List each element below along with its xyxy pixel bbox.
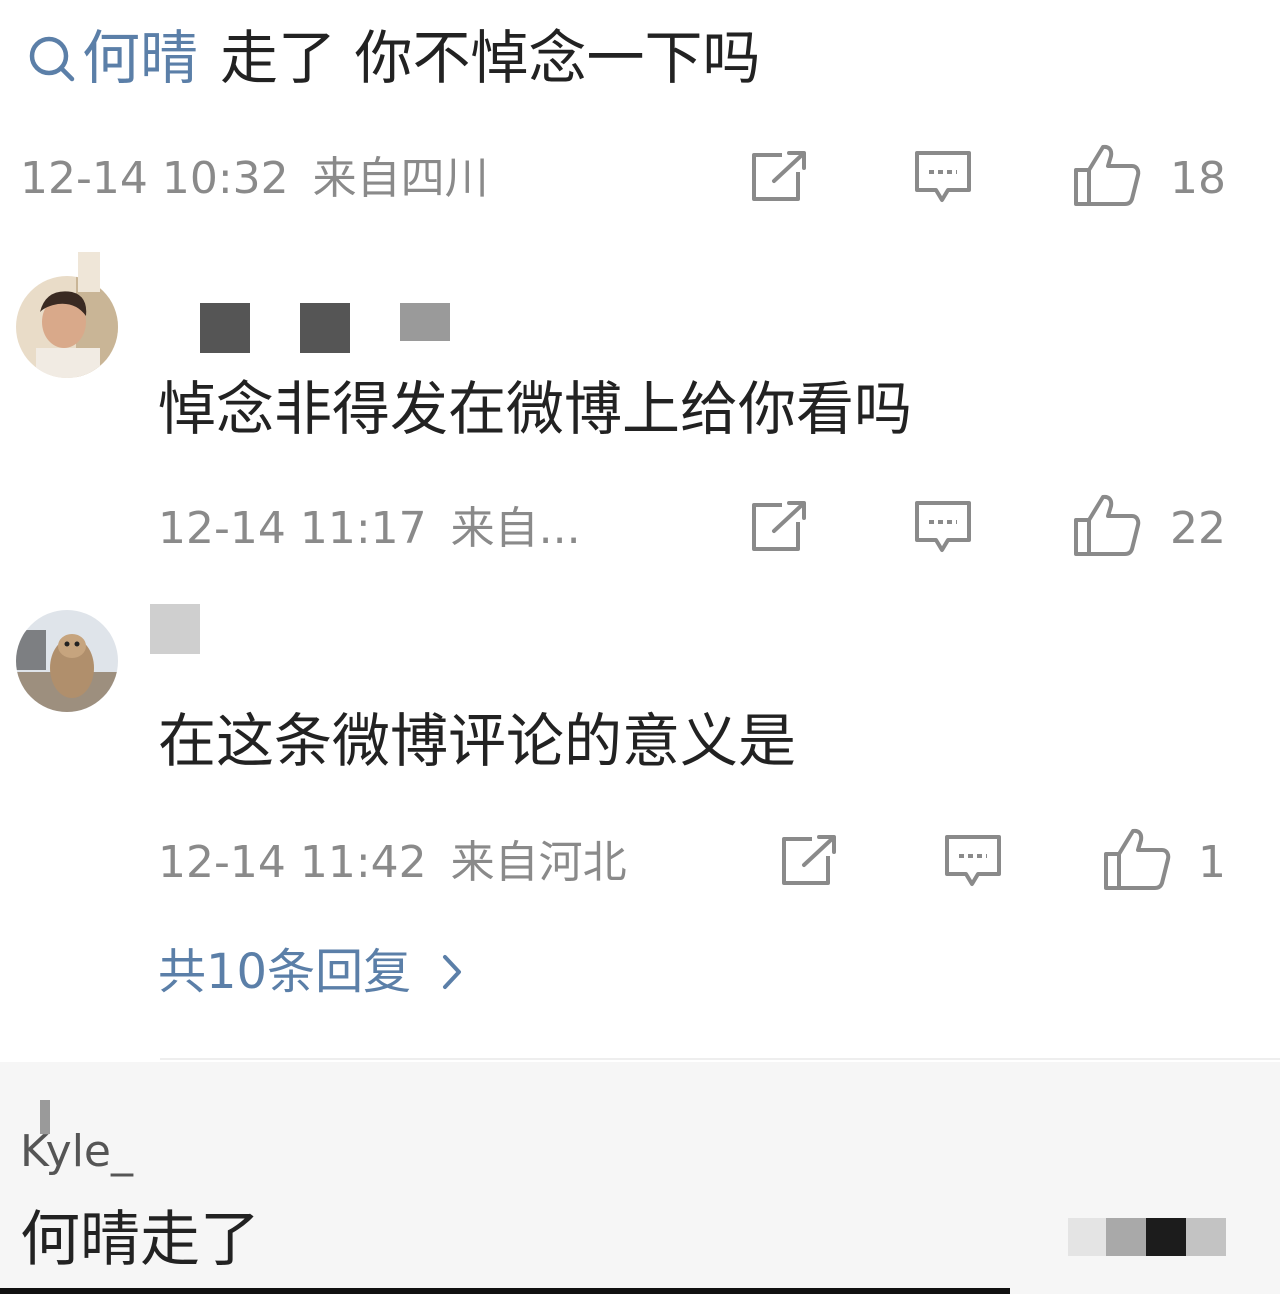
comment-date: 12-14 11:42: [158, 837, 427, 888]
comment-bubble-icon[interactable]: [912, 498, 974, 556]
screen-edge: [0, 1288, 1010, 1294]
avatar[interactable]: [16, 276, 118, 378]
share-edit-icon[interactable]: [748, 150, 810, 204]
avatar-image: [16, 276, 118, 378]
post-meta: 12-14 10:32 来自四川: [20, 157, 489, 201]
search-icon[interactable]: [22, 29, 80, 87]
comment-location: 来自...: [450, 503, 581, 554]
thumbs-up-icon[interactable]: [1072, 492, 1142, 558]
avatar-image: [16, 610, 118, 712]
post-like-count: 18: [1170, 153, 1226, 204]
comment-location: 来自河北: [450, 837, 627, 888]
comment-bubble-icon[interactable]: [912, 148, 974, 206]
censored-username: [200, 303, 250, 353]
post-text: 走了 你不悼念一下吗: [220, 24, 761, 92]
censored-username: [150, 604, 200, 654]
post-text-line: 何晴 走了 你不悼念一下吗: [22, 18, 760, 98]
censored-block: [1146, 1218, 1186, 1256]
censored-username: [400, 303, 450, 341]
comment-text: 在这条微博评论的意义是: [158, 707, 797, 775]
more-replies-link[interactable]: 共10条回复: [158, 948, 463, 996]
censored-block: [1106, 1218, 1146, 1256]
censored-username: [300, 303, 350, 353]
comment-like-count: 1: [1198, 837, 1226, 888]
more-replies-label: 共10条回复: [158, 944, 412, 1000]
comment-like-count: 22: [1170, 503, 1226, 554]
search-topic-link[interactable]: 何晴: [82, 29, 198, 87]
bottom-comment-text: 何晴走了: [20, 1205, 260, 1275]
comment-bubble-icon[interactable]: [942, 832, 1004, 890]
thumbs-up-icon[interactable]: [1102, 826, 1172, 892]
share-edit-icon[interactable]: [778, 834, 840, 888]
avatar[interactable]: [16, 610, 118, 712]
thumbs-up-icon[interactable]: [1072, 142, 1142, 208]
avatar-decoration: [78, 252, 100, 292]
bottom-comment-username[interactable]: Kyle_: [20, 1130, 133, 1174]
censored-block: [1186, 1218, 1226, 1256]
comment-meta: 12-14 11:17 来自...: [158, 507, 581, 551]
post-location: 来自四川: [312, 153, 489, 204]
comment-date: 12-14 11:17: [158, 503, 427, 554]
censored-username-fragment: [256, 618, 272, 632]
comment-text: 悼念非得发在微博上给你看吗: [158, 375, 913, 443]
divider: [160, 1058, 1280, 1060]
comment-meta: 12-14 11:42 来自河北: [158, 841, 627, 885]
share-edit-icon[interactable]: [748, 500, 810, 554]
post-date: 12-14 10:32: [20, 153, 289, 204]
chevron-right-icon: [443, 955, 462, 989]
censored-block: [1068, 1218, 1106, 1256]
